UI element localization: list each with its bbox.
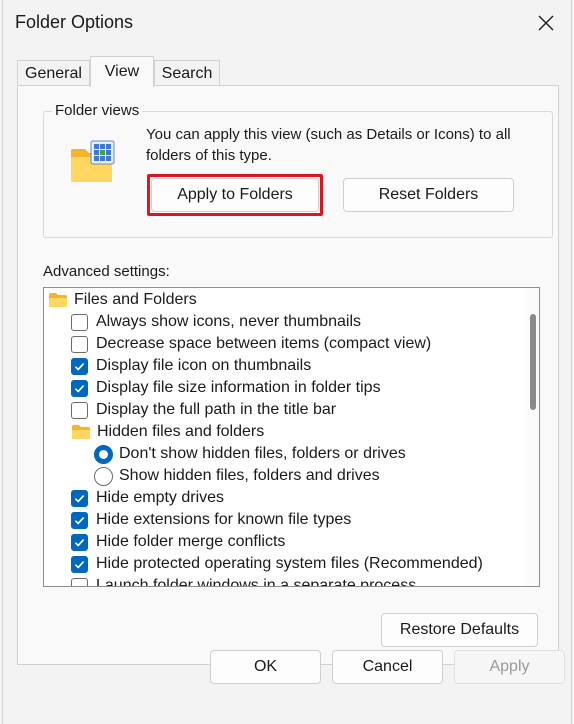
tree-radio-option[interactable]: Show hidden files, folders and drives [94,465,380,487]
cancel-button[interactable]: Cancel [332,650,443,684]
tree-item-label: Show hidden files, folders and drives [119,467,380,484]
tree-item-label: Don't show hidden files, folders or driv… [119,445,406,462]
restore-defaults-button[interactable]: Restore Defaults [381,613,538,647]
checkbox-checked[interactable] [71,357,88,375]
tree-item-label: Launch folder windows in a separate proc… [96,577,417,587]
view-tab-panel: Folder views You can apply this view (su… [17,85,559,665]
radio-unselected[interactable] [94,466,113,486]
tree-checkbox-option[interactable]: Display file size information in folder … [71,377,381,399]
advanced-settings-tree[interactable]: Files and Folders Always show icons, neve… [43,287,540,587]
tree-checkbox-option[interactable]: Hide protected operating system files (R… [71,553,483,575]
checkbox-checked[interactable] [71,489,88,507]
tree-group: Files and Folders [48,289,197,311]
folder-views-group: Folder views You can apply this view (su… [43,102,553,238]
tree-checkbox-option[interactable]: Always show icons, never thumbnails [71,311,361,333]
tree-item-label: Hide folder merge conflicts [96,533,286,550]
close-button[interactable] [529,6,563,40]
radio-selected[interactable] [94,444,113,464]
title-bar[interactable]: Folder Options [3,0,571,46]
tree-item-label: Hide empty drives [96,489,225,506]
tree-item-label: Display file icon on thumbnails [96,357,312,374]
tree-item-label: Decrease space between items (compact vi… [96,335,432,352]
tree-checkbox-option[interactable]: Launch folder windows in a separate proc… [71,575,417,587]
tree-item-label: Always show icons, never thumbnails [96,313,362,330]
tab-general[interactable]: General [17,60,90,86]
checkbox-checked[interactable] [71,379,88,397]
apply-to-folders-button[interactable]: Apply to Folders [151,178,319,212]
advanced-settings-label: Advanced settings: [43,263,170,280]
checkbox-checked[interactable] [71,533,88,551]
tab-view[interactable]: View [90,56,154,87]
ok-button[interactable]: OK [210,650,321,684]
scrollbar-thumb[interactable] [530,314,536,410]
tree-item-label: Display file size information in folder … [96,379,381,396]
tree-group: Hidden files and folders [71,421,264,443]
folder-icon [71,424,91,440]
tab-search[interactable]: Search [154,60,220,86]
checkbox-unchecked[interactable] [71,313,88,331]
close-icon [538,15,554,31]
checkbox-unchecked[interactable] [71,335,88,353]
tree-item-label: Hidden files and folders [97,423,265,440]
checkbox-unchecked[interactable] [71,577,88,586]
tree-checkbox-option[interactable]: Hide folder merge conflicts [71,531,285,553]
folder-views-icon [71,140,115,182]
tree-checkbox-option[interactable]: Decrease space between items (compact vi… [71,333,431,355]
tree-scrollbar[interactable] [525,288,539,586]
apply-button[interactable]: Apply [454,650,565,684]
checkbox-checked[interactable] [71,511,88,529]
tree-item-label: Files and Folders [74,291,197,308]
reset-folders-button[interactable]: Reset Folders [343,178,514,212]
tree-checkbox-option[interactable]: Display the full path in the title bar [71,399,336,421]
tree-checkbox-option[interactable]: Display file icon on thumbnails [71,355,311,377]
window-title: Folder Options [15,12,134,32]
tree-checkbox-option[interactable]: Hide extensions for known file types [71,509,351,531]
tree-item-label: Hide protected operating system files (R… [96,555,483,572]
folder-options-dialog: Folder Options General View Search Folde… [2,0,572,724]
checkbox-checked[interactable] [71,555,88,573]
tree-item-label: Hide extensions for known file types [96,511,352,528]
folder-views-description: You can apply this view (such as Details… [146,126,511,164]
tree-item-label: Display the full path in the title bar [96,401,337,418]
tree-checkbox-option[interactable]: Hide empty drives [71,487,224,509]
tree-radio-option[interactable]: Don't show hidden files, folders or driv… [94,443,406,465]
folder-views-legend: Folder views [52,102,143,119]
checkbox-unchecked[interactable] [71,401,88,419]
folder-icon [48,292,68,308]
